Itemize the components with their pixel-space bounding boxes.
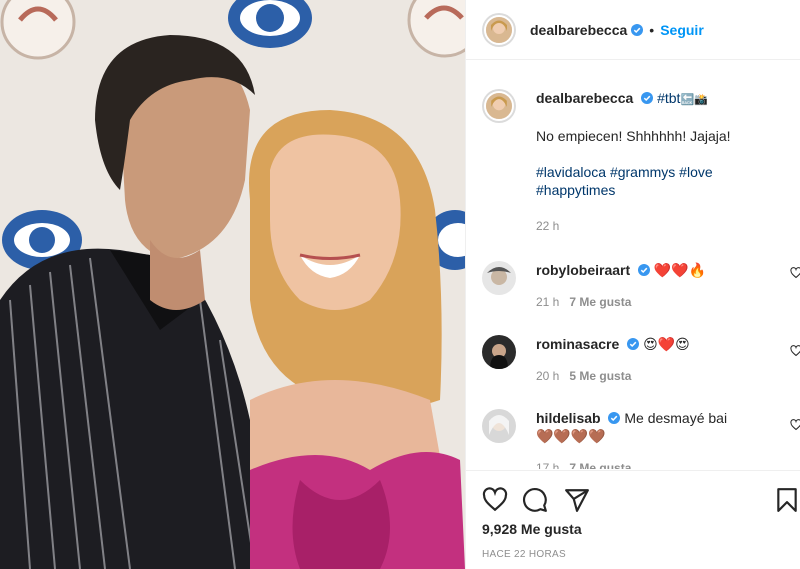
likes-count[interactable]: 9,928 Me gusta: [482, 521, 582, 537]
verified-badge-icon: [638, 264, 651, 276]
comment-username[interactable]: robylobeiraart: [536, 262, 630, 278]
follow-button[interactable]: Seguir: [660, 22, 704, 38]
comment-time: 21 h: [536, 295, 560, 309]
comment-text: ❤️❤️🔥: [653, 262, 707, 278]
caption-text: No empiecen! Shhhhhh! Jajaja!: [536, 128, 731, 144]
comment-avatar[interactable]: [482, 261, 516, 295]
comment-content: hildelisab Me desmayé bai 🤎🤎🤎🤎: [536, 409, 786, 445]
photo-illustration: [0, 0, 465, 569]
comment-heart-icon[interactable]: [790, 345, 800, 357]
post-actions: 9,928 Me gusta HACE 22 HORAS: [466, 470, 800, 569]
post-photo[interactable]: [0, 0, 465, 569]
caption-username[interactable]: dealbarebecca: [536, 90, 633, 106]
post-timestamp: HACE 22 HORAS: [482, 549, 566, 560]
comment-heart-icon[interactable]: [790, 267, 800, 279]
comment-content: rominasacre 😍❤️😍: [536, 335, 786, 353]
comment-avatar[interactable]: [482, 409, 516, 443]
comment-likes[interactable]: 7 Me gusta: [569, 295, 631, 309]
bookmark-icon[interactable]: [774, 487, 800, 513]
comment-likes[interactable]: 5 Me gusta: [569, 369, 631, 383]
verified-badge-icon: [631, 23, 644, 36]
caption-hashtags-2[interactable]: #happytimes: [536, 181, 786, 199]
comment-meta: 17 h 7 Me gusta: [536, 461, 631, 469]
comment-username[interactable]: hildelisab: [536, 410, 601, 426]
comment-content: robylobeiraart ❤️❤️🔥: [536, 261, 786, 279]
caption-hashtags-1[interactable]: #lavidaloca #grammys #love: [536, 163, 786, 181]
comment-text: 😍❤️😍: [643, 336, 690, 352]
verified-badge-icon: [608, 412, 621, 424]
caption-time: 22 h: [536, 219, 560, 233]
comment-text-emoji: 🤎🤎🤎🤎: [536, 428, 606, 444]
post-side-panel: dealbarebecca • Seguir dealbarebecca #tb…: [465, 0, 800, 569]
caption-content: dealbarebecca #tbt🔙📸 No empiecen! Shhhhh…: [536, 89, 786, 199]
comment-text: Me desmayé bai: [624, 410, 728, 426]
heart-icon[interactable]: [482, 487, 508, 513]
verified-badge-icon: [641, 92, 654, 104]
comment-avatar[interactable]: [482, 335, 516, 369]
comment-icon[interactable]: [522, 487, 548, 513]
comment-heart-icon[interactable]: [790, 419, 800, 431]
caption-emoji: 🔙📸: [680, 94, 708, 106]
share-icon[interactable]: [564, 487, 590, 513]
verified-badge-icon: [627, 338, 640, 350]
profile-avatar[interactable]: [482, 12, 516, 47]
comment-time: 20 h: [536, 369, 560, 383]
post-header: dealbarebecca • Seguir: [466, 0, 800, 60]
comments-list[interactable]: dealbarebecca #tbt🔙📸 No empiecen! Shhhhh…: [466, 73, 800, 469]
caption-hashtag-tbt[interactable]: #tbt: [657, 90, 680, 106]
header-username[interactable]: dealbarebecca: [530, 22, 627, 38]
comment-time: 17 h: [536, 461, 560, 469]
comment-meta: 21 h 7 Me gusta: [536, 295, 631, 309]
comment-likes[interactable]: 7 Me gusta: [569, 461, 631, 469]
caption-avatar[interactable]: [482, 89, 516, 123]
separator-dot: •: [649, 21, 655, 38]
backdrop-logo: [0, 0, 76, 60]
avatar-image: [484, 14, 514, 45]
comment-username[interactable]: rominasacre: [536, 336, 619, 352]
comment-meta: 20 h 5 Me gusta: [536, 369, 631, 383]
